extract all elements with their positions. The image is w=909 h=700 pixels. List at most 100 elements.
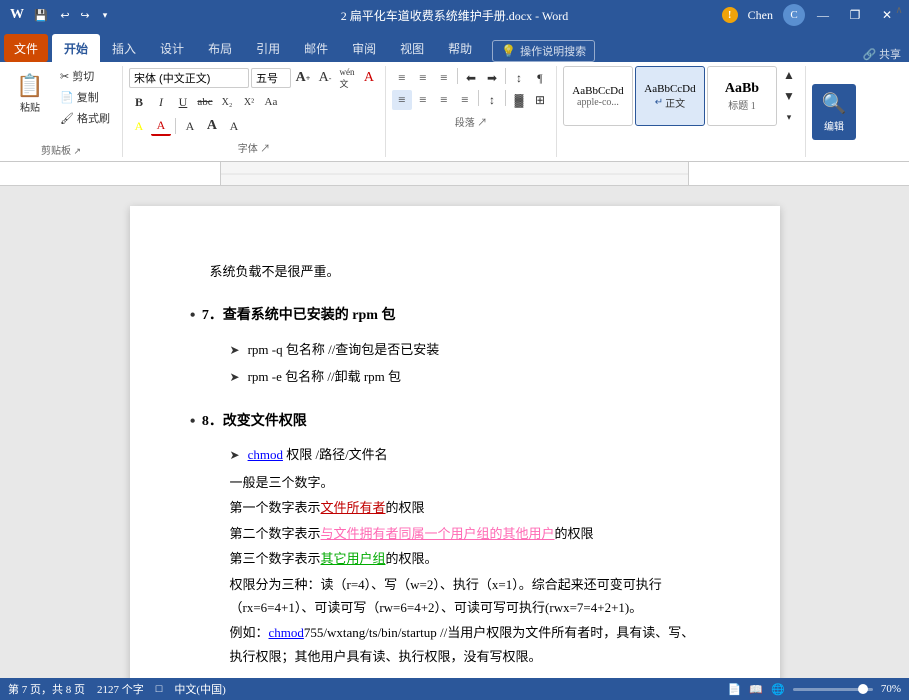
- view-print-icon[interactable]: 📄: [728, 683, 742, 696]
- increase-indent-button[interactable]: ➡: [482, 68, 502, 88]
- tab-insert[interactable]: 插入: [100, 34, 148, 62]
- sort-button[interactable]: ↕: [509, 68, 529, 88]
- tab-review[interactable]: 审阅: [340, 34, 388, 62]
- shading-button[interactable]: ▓: [509, 90, 529, 110]
- redo-button[interactable]: ↪: [76, 6, 94, 24]
- clear-format-button[interactable]: A: [359, 68, 379, 88]
- tab-references[interactable]: 引用: [244, 34, 292, 62]
- tab-home[interactable]: 开始: [52, 34, 100, 62]
- zoom-thumb[interactable]: [858, 684, 868, 694]
- decrease-indent-button[interactable]: ⬅: [461, 68, 481, 88]
- style-heading1[interactable]: AaBb 标题 1: [707, 66, 777, 126]
- bullets-button[interactable]: ≡: [392, 68, 412, 88]
- format-paint-button[interactable]: 🖌格式刷: [56, 108, 114, 128]
- undo-button[interactable]: ↩: [56, 6, 74, 24]
- cut-icon: ✂: [60, 70, 69, 83]
- font-name-input[interactable]: [129, 68, 249, 88]
- username[interactable]: Chen: [742, 8, 779, 23]
- page-count[interactable]: 第 7 页，共 8 页: [8, 681, 85, 697]
- tab-view[interactable]: 视图: [388, 34, 436, 62]
- text-highlight-button[interactable]: A: [129, 116, 149, 136]
- bullet-8-1: ➤ chmod 权限 /路径/文件名: [210, 443, 700, 467]
- font-group: A+ A- wén文 A B I U abc X₂ X² Aa A A A A …: [123, 66, 386, 157]
- underline-button[interactable]: U: [173, 92, 193, 112]
- enlarge-font-button[interactable]: A+: [293, 68, 313, 88]
- document-area[interactable]: 系统负载不是很严重。 • 7．查看系统中已安装的 rpm 包 ➤ rpm -q …: [0, 186, 909, 690]
- tab-layout[interactable]: 布局: [196, 34, 244, 62]
- title-bar-left: W 💾 ↩ ↪ ▾: [8, 6, 114, 24]
- indent-8-6: 例如：chmod755/wxtang/ts/bin/startup //当用户权…: [210, 621, 700, 668]
- justify-button[interactable]: ≡: [455, 90, 475, 110]
- tab-design[interactable]: 设计: [148, 34, 196, 62]
- title-bar: W 💾 ↩ ↪ ▾ 2 扁平化车道收费系统维护手册.docx - Word ! …: [0, 0, 909, 30]
- divider: [175, 118, 176, 134]
- warning-icon: !: [722, 7, 738, 23]
- clipboard-content: 📋 粘贴 ✂剪切 📄复制 🖌格式刷: [8, 66, 114, 140]
- bullet-7-2: ➤ rpm -e 包名称 //卸载 rpm 包: [210, 365, 700, 389]
- font-color2-button[interactable]: A: [180, 116, 200, 136]
- para-divider3: [478, 90, 479, 106]
- style-apple-preview: AaBbCcDd: [572, 85, 623, 97]
- style-apple[interactable]: AaBbCcDd apple-co...: [563, 66, 633, 126]
- save-icon[interactable]: 💾: [32, 6, 50, 24]
- ribbon-collapse-button[interactable]: ∧: [891, 2, 907, 18]
- para-row2: ≡ ≡ ≡ ≡ ↕ ▓ ⊞: [392, 90, 550, 110]
- chmod-link-2[interactable]: chmod: [269, 625, 304, 640]
- status-left: 第 7 页，共 8 页 2127 个字 □ 中文(中国): [8, 681, 226, 697]
- avatar[interactable]: C: [783, 4, 805, 26]
- restore-button[interactable]: ❐: [841, 1, 869, 29]
- zoom-slider[interactable]: [793, 688, 873, 691]
- status-right: 📄 📖 🌐 70%: [728, 683, 901, 696]
- font-size-input[interactable]: [251, 68, 291, 88]
- multilevel-button[interactable]: ≡: [434, 68, 454, 88]
- ribbon: 文件 开始 插入 设计 布局 引用 邮件 审阅 视图 帮助 💡 操作说明搜索 🔗…: [0, 30, 909, 162]
- numbering-button[interactable]: ≡: [413, 68, 433, 88]
- arrow-8-1: ➤: [230, 445, 240, 467]
- paste-icon: 📋: [16, 75, 43, 97]
- style-heading1-label: 标题 1: [728, 97, 756, 112]
- share-button[interactable]: 🔗 共享: [863, 46, 905, 62]
- chmod-link-1[interactable]: chmod: [248, 447, 283, 462]
- view-read-icon[interactable]: 📖: [749, 683, 763, 696]
- quick-access-more[interactable]: ▾: [96, 6, 114, 24]
- copy-button[interactable]: 📄复制: [56, 87, 114, 107]
- center-button[interactable]: ≡: [413, 90, 433, 110]
- bold-button[interactable]: B: [129, 92, 149, 112]
- show-marks-button[interactable]: ¶: [530, 68, 550, 88]
- line-spacing-button[interactable]: ↕: [482, 90, 502, 110]
- shrink-font-button[interactable]: A-: [315, 68, 335, 88]
- styles-more[interactable]: ▾: [779, 108, 799, 126]
- tab-help[interactable]: 帮助: [436, 34, 484, 62]
- styles-down[interactable]: ▼: [779, 87, 799, 105]
- language[interactable]: 中文(中国): [174, 681, 225, 697]
- font-size2-button[interactable]: A: [202, 116, 222, 136]
- tell-me-search[interactable]: 💡 操作说明搜索: [492, 40, 595, 62]
- superscript-button[interactable]: X²: [239, 92, 259, 112]
- search-button[interactable]: 🔍 编辑: [812, 84, 856, 140]
- style-heading1-preview: AaBb: [725, 81, 759, 97]
- para-divider2: [505, 68, 506, 84]
- strikethrough-button[interactable]: abc: [195, 92, 215, 112]
- borders-button[interactable]: ⊞: [530, 90, 550, 110]
- styles-up[interactable]: ▲: [779, 66, 799, 84]
- font-format-row: B I U abc X₂ X² Aa: [129, 92, 379, 112]
- pre-text: 系统负载不是很严重。: [210, 264, 340, 279]
- style-normal[interactable]: AaBbCcDd ↵ 正文: [635, 66, 705, 126]
- change-case-button[interactable]: Aa: [261, 92, 281, 112]
- align-left-button[interactable]: ≡: [392, 90, 412, 110]
- minimize-button[interactable]: —: [809, 1, 837, 29]
- font-shrink2-button[interactable]: A: [224, 116, 244, 136]
- phonetic-button[interactable]: wén文: [337, 68, 357, 88]
- cut-button[interactable]: ✂剪切: [56, 66, 114, 86]
- paragraph-group-label: 段落 ↗: [392, 114, 550, 129]
- view-web-icon[interactable]: 🌐: [771, 683, 785, 696]
- italic-button[interactable]: I: [151, 92, 171, 112]
- font-color-button[interactable]: A: [151, 116, 171, 136]
- word-count[interactable]: 2127 个字: [97, 681, 144, 697]
- paste-button[interactable]: 📋 粘贴: [8, 66, 52, 122]
- tab-file[interactable]: 文件: [4, 34, 48, 62]
- subscript-button[interactable]: X₂: [217, 92, 237, 112]
- align-right-button[interactable]: ≡: [434, 90, 454, 110]
- zoom-level[interactable]: 70%: [881, 683, 901, 695]
- tab-mailings[interactable]: 邮件: [292, 34, 340, 62]
